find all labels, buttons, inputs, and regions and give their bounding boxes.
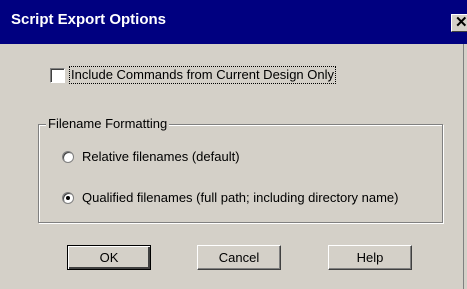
- close-button[interactable]: ✕: [451, 14, 467, 32]
- close-icon: ✕: [455, 14, 467, 31]
- title-bar[interactable]: Script Export Options ✕: [0, 0, 467, 44]
- cancel-button[interactable]: Cancel: [197, 245, 281, 270]
- qualified-filenames-label[interactable]: Qualified filenames (full path; includin…: [82, 190, 399, 206]
- filename-formatting-legend: Filename Formatting: [46, 116, 170, 131]
- help-button[interactable]: Help: [328, 245, 412, 270]
- filename-formatting-group: [38, 124, 443, 223]
- relative-filenames-label[interactable]: Relative filenames (default): [82, 149, 240, 165]
- script-export-options-dialog: Script Export Options ✕ Include Commands…: [0, 0, 467, 289]
- window-edge: [463, 44, 464, 289]
- radio-selected-dot: [66, 196, 70, 200]
- dialog-title: Script Export Options: [11, 11, 167, 28]
- qualified-filenames-radio[interactable]: [62, 192, 74, 204]
- include-commands-label[interactable]: Include Commands from Current Design Onl…: [69, 66, 336, 84]
- ok-button[interactable]: OK: [67, 245, 151, 270]
- include-commands-checkbox[interactable]: [50, 68, 65, 83]
- relative-filenames-radio[interactable]: [62, 151, 74, 163]
